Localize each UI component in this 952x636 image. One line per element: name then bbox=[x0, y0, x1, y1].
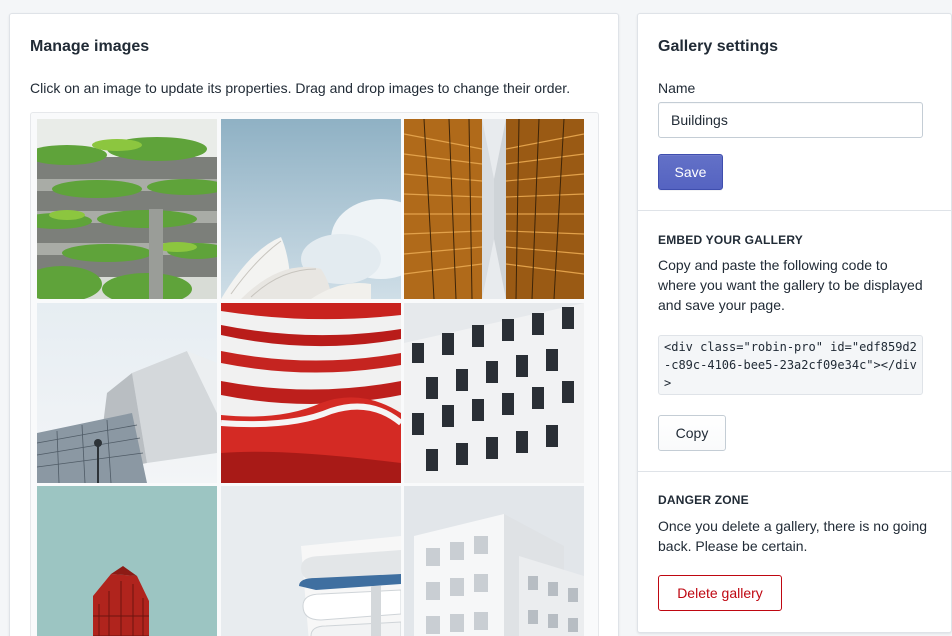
gallery-settings-title: Gallery settings bbox=[658, 38, 779, 55]
image-thumbnail-red-curves[interactable] bbox=[221, 303, 401, 483]
manage-images-title: Manage images bbox=[30, 38, 150, 55]
gallery-settings-card: Gallery settings Name Save EMBED YOUR GA… bbox=[637, 13, 952, 633]
manage-images-help-text: Click on an image to update its properti… bbox=[30, 80, 571, 96]
name-field-label: Name bbox=[658, 80, 696, 96]
image-thumbnail-modular-building[interactable] bbox=[404, 486, 584, 636]
image-thumbnail-curved-balconies[interactable] bbox=[221, 486, 401, 636]
save-button[interactable]: Save bbox=[658, 154, 723, 190]
image-thumbnail-green-building[interactable] bbox=[37, 119, 217, 299]
embed-code-snippet[interactable]: <div class="robin-pro" id="edf859d2-c89c… bbox=[658, 335, 923, 395]
section-divider bbox=[638, 471, 952, 472]
gallery-name-input[interactable] bbox=[658, 102, 923, 138]
image-grid bbox=[30, 112, 599, 636]
copy-button[interactable]: Copy bbox=[658, 415, 726, 451]
image-thumbnail-angular-building[interactable] bbox=[37, 303, 217, 483]
embed-section-title: EMBED YOUR GALLERY bbox=[658, 233, 803, 247]
danger-zone-title: DANGER ZONE bbox=[658, 493, 749, 507]
danger-zone-warning: Once you delete a gallery, there is no g… bbox=[658, 518, 928, 554]
delete-gallery-button[interactable]: Delete gallery bbox=[658, 575, 782, 611]
image-thumbnail-red-tower[interactable] bbox=[37, 486, 217, 636]
image-thumbnail-gold-towers[interactable] bbox=[404, 119, 584, 299]
image-thumbnail-checkered-facade[interactable] bbox=[404, 303, 584, 483]
image-thumbnail-opera-house[interactable] bbox=[221, 119, 401, 299]
section-divider bbox=[638, 210, 952, 211]
embed-instructions: Copy and paste the following code to whe… bbox=[658, 257, 923, 313]
manage-images-card: Manage images Click on an image to updat… bbox=[9, 13, 619, 636]
